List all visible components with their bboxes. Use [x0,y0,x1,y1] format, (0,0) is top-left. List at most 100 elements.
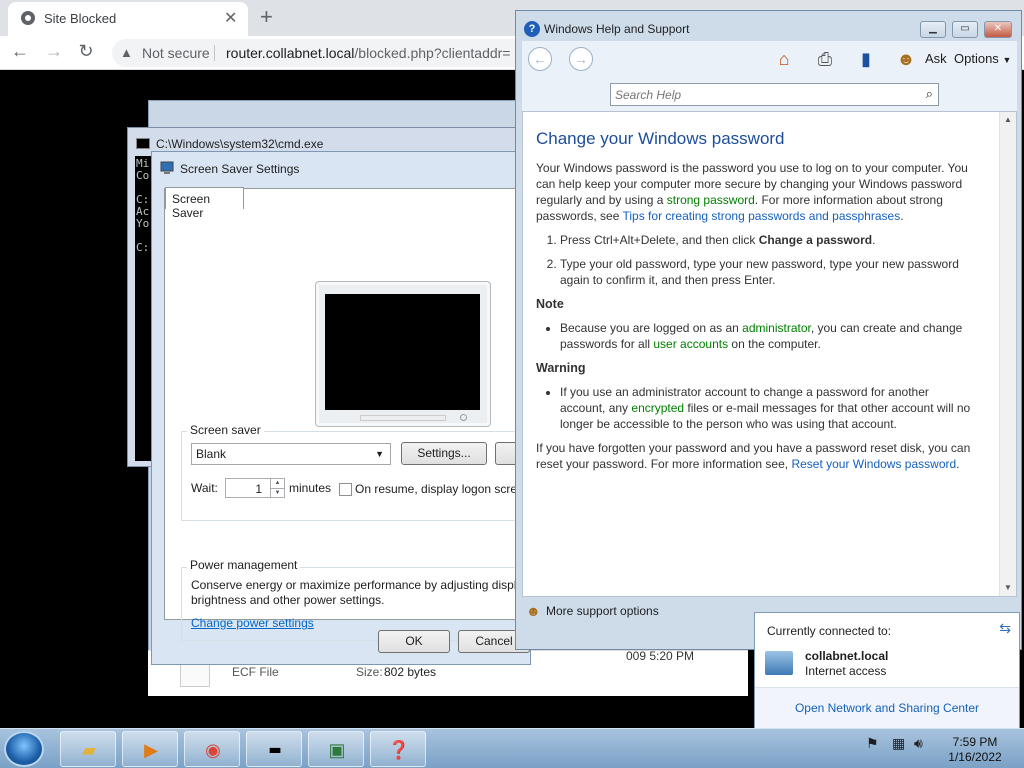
search-box[interactable]: ⌕ [610,83,939,106]
cmd-icon: ▬ [269,739,281,760]
taskbar: ▰ ▶ ◉ ▬ ▣ ❓ ⚑ ▦ 🔊︎ 7:59 PM 1/16/2022 [0,728,1024,768]
steps-list: Press Ctrl+Alt+Delete, and then click Ch… [536,232,976,288]
close-icon[interactable]: ✕ [224,8,237,28]
new-tab-button[interactable]: + [260,4,273,30]
help-window[interactable]: ? Windows Help and Support ▁ ▭ ✕ ← → ⌂ ⎙… [515,10,1022,650]
settings-button[interactable]: Settings... [401,442,487,465]
resume-checkbox[interactable] [339,483,352,496]
maximize-button[interactable]: ▭ [952,21,978,38]
step-1-end: . [872,233,876,247]
step-1-text: Press Ctrl+Alt+Delete, and then click [560,233,759,247]
refresh-icon[interactable]: ⇆ [999,620,1011,637]
tab-site-blocked[interactable]: Site Blocked ✕ [8,2,248,36]
back-arrow-icon[interactable]: ← [528,47,552,71]
screen-saver-dialog[interactable]: Screen Saver Settings Screen saver Blank… [151,151,541,665]
people-icon[interactable]: ☻ [894,47,918,71]
tab-screen-saver[interactable]: Screen Saver [165,187,244,220]
connected-header: Currently connected to: [767,624,892,638]
step-1: Press Ctrl+Alt+Delete, and then click Ch… [560,232,976,248]
chrome-icon: ◉ [205,740,221,760]
encrypted-link[interactable]: encrypted [631,401,684,415]
wait-label: Wait: [191,481,218,495]
forward-arrow-icon[interactable]: → [42,41,66,62]
network-tray-icon[interactable]: ▦ [892,735,905,752]
note-item: Because you are logged on as an administ… [560,320,976,352]
power-text: Conserve energy or maximize performance … [191,578,517,592]
help-icon: ❓ [387,740,411,760]
home-icon[interactable]: ⌂ [772,47,796,71]
start-button[interactable] [4,731,44,767]
network-sharing-center-link[interactable]: Open Network and Sharing Center [755,701,1019,715]
book-icon[interactable]: ▮ [854,47,878,71]
cmd-taskbar-button[interactable]: ▬ [246,731,302,767]
reset-text-2: . [956,457,960,471]
article-title: Change your Windows password [536,129,785,148]
system-clock[interactable]: 7:59 PM 1/16/2022 [940,735,1010,765]
search-icon[interactable]: ⌕ [926,86,933,102]
screen-saver-group-label: Screen saver [187,423,264,437]
scrollbar[interactable]: ▲ ▼ [999,112,1016,596]
help-taskbar-button[interactable]: ❓ [370,731,426,767]
monitor-icon: ▣ [328,740,346,760]
people-icon: ☻ [526,603,541,619]
help-window-title: Windows Help and Support [544,22,690,36]
media-player-icon: ▶ [144,740,158,760]
intro-paragraph: Your Windows password is the password yo… [536,160,976,224]
user-accounts-link[interactable]: user accounts [653,337,728,351]
change-power-settings-link[interactable]: Change power settings [191,616,314,630]
preview-screen [325,294,480,410]
more-support-label: More support options [546,604,659,618]
screen-saver-selected: Blank [196,447,227,461]
help-article: Change your Windows password Your Window… [536,129,976,480]
clock-date: 1/16/2022 [948,750,1002,764]
file-type: ECF File [232,665,279,679]
display-settings-taskbar-button[interactable]: ▣ [308,731,364,767]
reload-icon[interactable]: ↻ [74,41,98,62]
monitor-slot [360,415,446,421]
spin-down-icon[interactable]: ▼ [270,488,284,497]
url-path: /blocked.php?clientaddr= [354,45,511,61]
screen-saver-select[interactable]: Blank ▼ [191,443,391,465]
action-center-icon[interactable]: ⚑ [866,735,879,752]
chevron-down-icon: ▼ [1002,55,1012,65]
tab-title: Site Blocked [44,11,117,26]
chrome-taskbar-button[interactable]: ◉ [184,731,240,767]
url-text[interactable]: router.collabnet.local/blocked.php?clien… [226,45,510,61]
volume-icon[interactable]: 🔊︎ [914,735,923,752]
resume-label: On resume, display logon scre [355,482,518,496]
warning-list: If you use an administrator account to c… [536,384,976,432]
printer-icon[interactable]: ⎙ [813,47,837,71]
note-text: Because you are logged on as an [560,321,743,335]
warning-heading: Warning [536,361,586,375]
not-secure-label[interactable]: Not secure [142,45,210,61]
reset-password-link[interactable]: Reset your Windows password [791,457,956,471]
warning-icon[interactable]: ▲ [120,45,133,60]
close-button[interactable]: ✕ [984,21,1012,38]
wait-value: 1 [255,482,262,496]
search-input[interactable] [613,86,913,103]
network-entry[interactable]: collabnet.local Internet access [763,648,1013,688]
minimize-button[interactable]: ▁ [920,21,946,38]
note-heading: Note [536,297,564,311]
minutes-label: minutes [289,481,332,495]
scroll-up-icon[interactable]: ▲ [1000,112,1016,128]
spin-up-icon[interactable]: ▲ [270,479,284,488]
back-arrow-icon[interactable]: ← [8,41,32,62]
strong-password-link[interactable]: strong password [667,193,755,207]
intro-text-3: . [900,209,904,223]
forward-arrow-icon[interactable]: → [569,47,593,71]
media-player-taskbar-button[interactable]: ▶ [122,731,178,767]
clock-time: 7:59 PM [952,735,998,749]
address-bar[interactable]: ▲ Not secure router.collabnet.local/bloc… [112,39,532,67]
tips-link[interactable]: Tips for creating strong passwords and p… [623,209,901,223]
power-led-icon [460,414,467,421]
ok-button[interactable]: OK [378,630,450,653]
explorer-taskbar-button[interactable]: ▰ [60,731,116,767]
scroll-down-icon[interactable]: ▼ [1000,580,1016,596]
globe-icon [21,11,35,25]
ask-button[interactable]: Ask [925,51,947,66]
wait-stepper[interactable]: 1 ▲ ▼ [225,478,285,498]
url-host: router.collabnet.local [226,45,355,61]
options-menu[interactable]: Options ▼ [954,51,1011,66]
administrator-link[interactable]: administrator [742,321,811,335]
